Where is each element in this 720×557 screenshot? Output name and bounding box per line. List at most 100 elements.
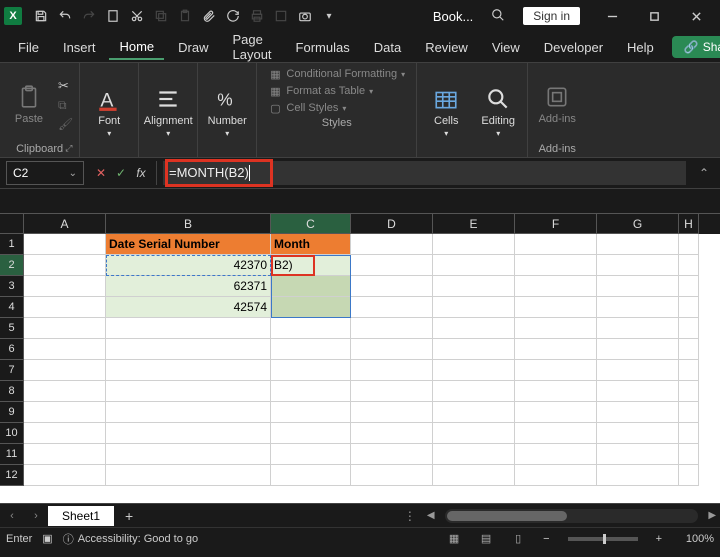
qat-overflow-icon[interactable]: ▾: [318, 4, 340, 28]
tab-data[interactable]: Data: [364, 36, 411, 59]
formula-cancel-icon[interactable]: ✕: [92, 164, 110, 182]
tab-file[interactable]: File: [8, 36, 49, 59]
view-page-layout-icon[interactable]: ▤: [475, 530, 497, 548]
cell-D7[interactable]: [351, 360, 433, 381]
cell-B1[interactable]: Date Serial Number: [106, 234, 271, 255]
col-header-F[interactable]: F: [515, 214, 597, 234]
hscroll-thumb[interactable]: [447, 511, 567, 521]
font-button[interactable]: A Font▾: [86, 85, 132, 138]
cell-E1[interactable]: [433, 234, 515, 255]
share-button[interactable]: 🔗Share: [672, 36, 720, 58]
fx-icon[interactable]: fx: [132, 164, 150, 182]
cell-D5[interactable]: [351, 318, 433, 339]
tab-draw[interactable]: Draw: [168, 36, 218, 59]
row-header-8[interactable]: 8: [0, 381, 24, 402]
camera-icon[interactable]: [294, 4, 316, 28]
row-header-2[interactable]: 2: [0, 255, 24, 276]
cell-E4[interactable]: [433, 297, 515, 318]
cell-D4[interactable]: [351, 297, 433, 318]
cell-F5[interactable]: [515, 318, 597, 339]
close-button[interactable]: [676, 0, 716, 32]
cell-B4[interactable]: 42574: [106, 297, 271, 318]
col-header-G[interactable]: G: [597, 214, 679, 234]
cell-D10[interactable]: [351, 423, 433, 444]
cell-F12[interactable]: [515, 465, 597, 486]
zoom-out-icon[interactable]: −: [539, 533, 553, 545]
cell-B5[interactable]: [106, 318, 271, 339]
cell-F1[interactable]: [515, 234, 597, 255]
cell-H8[interactable]: [679, 381, 699, 402]
cell-F3[interactable]: [515, 276, 597, 297]
col-header-D[interactable]: D: [351, 214, 433, 234]
zoom-in-icon[interactable]: +: [652, 533, 666, 545]
search-icon[interactable]: [485, 8, 511, 25]
cell-C11[interactable]: [271, 444, 351, 465]
cell-G8[interactable]: [597, 381, 679, 402]
cell-A2[interactable]: [24, 255, 106, 276]
cell-F2[interactable]: [515, 255, 597, 276]
col-header-B[interactable]: B: [106, 214, 271, 234]
horizontal-scrollbar[interactable]: [445, 509, 699, 523]
cells-button[interactable]: Cells▾: [423, 85, 469, 138]
cell-H9[interactable]: [679, 402, 699, 423]
cell-F6[interactable]: [515, 339, 597, 360]
cell-F11[interactable]: [515, 444, 597, 465]
cell-B7[interactable]: [106, 360, 271, 381]
add-sheet-button[interactable]: +: [114, 508, 144, 524]
cell-C7[interactable]: [271, 360, 351, 381]
cell-G2[interactable]: [597, 255, 679, 276]
app-icon[interactable]: X: [4, 7, 22, 25]
cell-G6[interactable]: [597, 339, 679, 360]
cell-A12[interactable]: [24, 465, 106, 486]
cell-A9[interactable]: [24, 402, 106, 423]
formula-input[interactable]: =MONTH(B2): [163, 161, 686, 185]
cut-small-icon[interactable]: ✂: [58, 78, 73, 94]
cell-A8[interactable]: [24, 381, 106, 402]
cell-E10[interactable]: [433, 423, 515, 444]
cell-G5[interactable]: [597, 318, 679, 339]
spreadsheet-grid[interactable]: A B C D E F G H 1 2 3 4 5 6 7 8 9 10 11 …: [0, 213, 720, 503]
tab-page-layout[interactable]: Page Layout: [223, 28, 282, 66]
row-header-9[interactable]: 9: [0, 402, 24, 423]
cell-H5[interactable]: [679, 318, 699, 339]
row-header-4[interactable]: 4: [0, 297, 24, 318]
tab-insert[interactable]: Insert: [53, 36, 106, 59]
cut-icon[interactable]: [126, 4, 148, 28]
col-header-C[interactable]: C: [271, 214, 351, 234]
row-header-12[interactable]: 12: [0, 465, 24, 486]
cell-E9[interactable]: [433, 402, 515, 423]
cell-H12[interactable]: [679, 465, 699, 486]
cell-D8[interactable]: [351, 381, 433, 402]
minimize-button[interactable]: [592, 0, 632, 32]
sheet-nav-next-icon[interactable]: ›: [24, 510, 48, 522]
expand-formula-bar-icon[interactable]: ⌃: [694, 161, 714, 185]
cell-E12[interactable]: [433, 465, 515, 486]
cell-B12[interactable]: [106, 465, 271, 486]
col-header-E[interactable]: E: [433, 214, 515, 234]
tab-home[interactable]: Home: [109, 35, 164, 60]
cell-G3[interactable]: [597, 276, 679, 297]
cell-A11[interactable]: [24, 444, 106, 465]
cell-F7[interactable]: [515, 360, 597, 381]
row-header-11[interactable]: 11: [0, 444, 24, 465]
attach-icon[interactable]: [198, 4, 220, 28]
cell-C9[interactable]: [271, 402, 351, 423]
cell-C8[interactable]: [271, 381, 351, 402]
cell-A1[interactable]: [24, 234, 106, 255]
tab-developer[interactable]: Developer: [534, 36, 613, 59]
cell-C6[interactable]: [271, 339, 351, 360]
cell-F8[interactable]: [515, 381, 597, 402]
cell-E8[interactable]: [433, 381, 515, 402]
undo-icon[interactable]: [54, 4, 76, 28]
row-header-7[interactable]: 7: [0, 360, 24, 381]
cell-C1[interactable]: Month: [271, 234, 351, 255]
cell-C2[interactable]: B2): [271, 255, 351, 276]
cell-E7[interactable]: [433, 360, 515, 381]
cell-F9[interactable]: [515, 402, 597, 423]
maximize-button[interactable]: [634, 0, 674, 32]
cell-F10[interactable]: [515, 423, 597, 444]
zoom-value[interactable]: 100%: [676, 533, 714, 545]
cell-A6[interactable]: [24, 339, 106, 360]
cell-G10[interactable]: [597, 423, 679, 444]
cell-B8[interactable]: [106, 381, 271, 402]
